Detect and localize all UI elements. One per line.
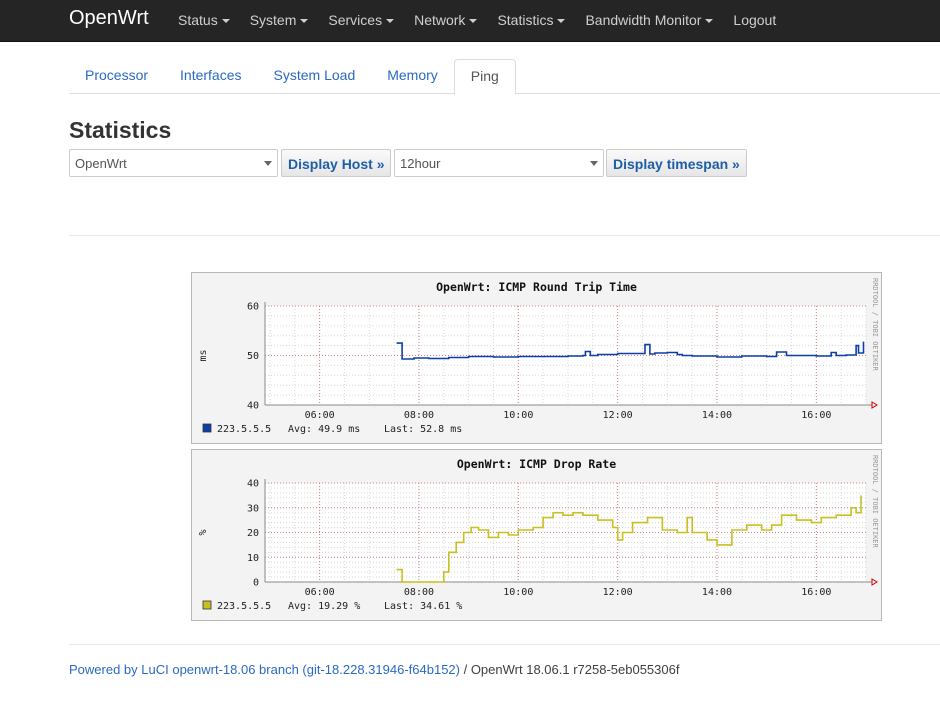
legend-label: 223.5.5.5: [217, 424, 271, 435]
y-tick-label: 20: [247, 528, 259, 539]
chart-title: OpenWrt: ICMP Drop Rate: [457, 457, 616, 471]
legend-avg: Avg: 19.29 %: [288, 601, 360, 612]
legend-last: Last: 34.61 %: [384, 601, 462, 612]
caret-down-icon: [469, 19, 478, 24]
menu-logout[interactable]: Logout: [723, 0, 786, 41]
legend-avg: Avg: 49.9 ms: [288, 424, 360, 435]
x-tick-label: 12:00: [603, 587, 633, 598]
timespan-select-value: 12hour: [400, 156, 441, 171]
x-tick-label: 06:00: [305, 587, 335, 598]
dropdown-arrow-icon: [264, 161, 272, 166]
tab-interfaces[interactable]: Interfaces: [164, 59, 257, 92]
host-select-value: OpenWrt: [75, 156, 127, 171]
x-tick-label: 10:00: [503, 587, 533, 598]
legend-swatch: [202, 600, 212, 610]
dropdown-arrow-icon: [590, 161, 598, 166]
y-tick-label: 10: [247, 553, 259, 564]
legend-last: Last: 52.8 ms: [384, 424, 462, 435]
menu-status[interactable]: Status: [168, 0, 240, 41]
top-navbar: OpenWrt Status System Services Network S…: [0, 0, 940, 42]
x-tick-label: 16:00: [801, 587, 831, 598]
menu-logout-label: Logout: [733, 12, 777, 28]
display-timespan-button[interactable]: Display timespan »: [606, 149, 747, 177]
menu-bandwidth-monitor[interactable]: Bandwidth Monitor: [575, 0, 723, 41]
icmp-drop-rate-graph: 06:00 08:00 10:00 12:00 14:00 16:00 0 10 20 30 40 O…: [191, 449, 882, 621]
tab-processor[interactable]: Processor: [69, 59, 164, 92]
menu-network[interactable]: Network: [404, 0, 487, 41]
y-tick-label: 50: [247, 351, 259, 362]
menu-network-label: Network: [414, 12, 466, 28]
menu-statistics[interactable]: Statistics: [487, 0, 575, 41]
x-tick-label: 12:00: [603, 410, 633, 421]
tab-system-load[interactable]: System Load: [258, 59, 372, 92]
menu-bandwidth-monitor-label: Bandwidth Monitor: [585, 12, 702, 28]
divider: [69, 644, 940, 645]
caret-down-icon: [705, 19, 714, 24]
host-select[interactable]: OpenWrt: [69, 149, 278, 177]
y-tick-label: 0: [253, 578, 259, 589]
luci-link[interactable]: Powered by LuCI openwrt-18.06 branch (gi…: [69, 662, 460, 677]
y-tick-label: 60: [247, 302, 259, 313]
x-tick-label: 16:00: [801, 410, 831, 421]
y-tick-label: 30: [247, 503, 259, 514]
caret-down-icon: [300, 19, 309, 24]
display-host-button[interactable]: Display Host »: [281, 149, 392, 177]
menu-services-label: Services: [328, 12, 383, 28]
tab-memory[interactable]: Memory: [371, 59, 454, 92]
page-title: Statistics: [69, 117, 172, 143]
x-tick-label: 08:00: [404, 410, 434, 421]
legend-swatch: [202, 423, 212, 433]
y-tick-label: 40: [247, 479, 259, 490]
tab-ping[interactable]: Ping: [453, 59, 516, 95]
timespan-select[interactable]: 12hour: [394, 149, 604, 177]
menu-statistics-label: Statistics: [497, 12, 554, 28]
y-tick-label: 40: [247, 401, 259, 412]
brand-logo[interactable]: OpenWrt: [69, 7, 149, 30]
y-axis-label: %: [198, 529, 209, 535]
divider: [69, 235, 940, 236]
menu-system-label: System: [249, 12, 297, 28]
caret-down-icon: [386, 19, 395, 24]
menu-services[interactable]: Services: [318, 0, 404, 41]
menu-system[interactable]: System: [240, 0, 319, 41]
main-menu: Status System Services Network Statistic…: [168, 0, 786, 41]
statistics-tabs: Processor Interfaces System Load Memory …: [69, 59, 940, 95]
icmp-rtt-graph: 06:00 08:00 10:00 12:00 14:00 16:00 40 50 60 Open…: [191, 272, 882, 444]
footer-version: / OpenWrt 18.06.1 r7258-5eb055306f: [459, 662, 680, 677]
x-tick-label: 14:00: [702, 410, 732, 421]
footer: Powered by LuCI openwrt-18.06 branch (gi…: [69, 662, 679, 677]
x-tick-label: 06:00: [305, 410, 335, 421]
x-tick-label: 14:00: [702, 587, 732, 598]
chart-title: OpenWrt: ICMP Round Trip Time: [436, 280, 637, 294]
legend-label: 223.5.5.5: [217, 601, 271, 612]
y-axis-label: ms: [198, 349, 209, 361]
caret-down-icon: [221, 19, 230, 24]
x-tick-label: 08:00: [404, 587, 434, 598]
rrdtool-credit: RRDTOOL / TOBI OETIKER: [871, 278, 879, 372]
x-tick-label: 10:00: [503, 410, 533, 421]
rrdtool-credit: RRDTOOL / TOBI OETIKER: [871, 455, 879, 549]
caret-down-icon: [557, 19, 566, 24]
menu-status-label: Status: [178, 12, 218, 28]
